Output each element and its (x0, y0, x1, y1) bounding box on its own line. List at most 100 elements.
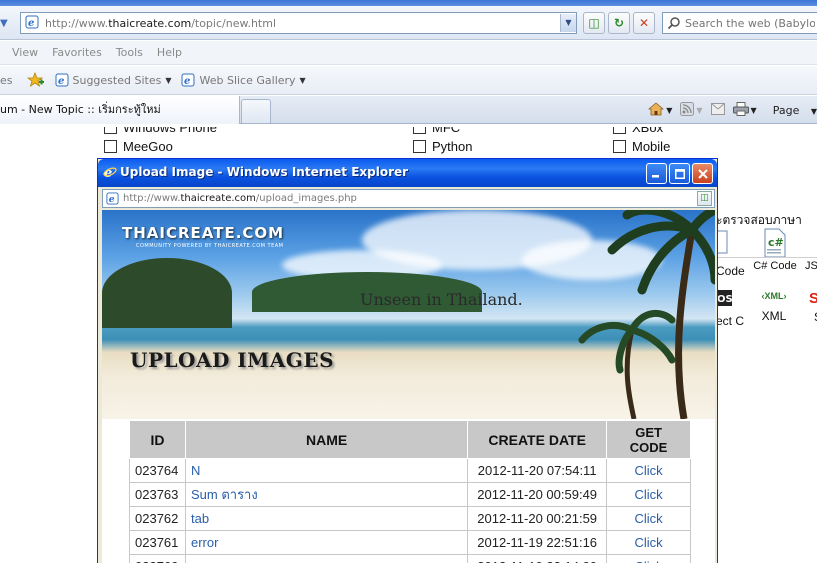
images-table-area: ID NAME CREATE DATE GET CODE 023764 N 201… (102, 419, 715, 563)
mail-icon[interactable] (710, 102, 725, 118)
row-id: 023762 (129, 506, 186, 531)
menu-bar: View Favorites Tools Help (0, 41, 817, 65)
banner-heading: UPLOAD IMAGES (130, 348, 335, 372)
chevron-down-icon[interactable]: ▼ (666, 106, 672, 115)
popup-title-bar[interactable]: e Upload Image - Windows Internet Explor… (98, 159, 717, 187)
search-icon (667, 17, 680, 30)
checkbox-python[interactable]: Python (413, 139, 472, 154)
ie-page-icon: e (55, 73, 68, 87)
svg-text:OS: OS (717, 294, 732, 305)
row-name-link[interactable]: N (184, 458, 469, 483)
table-row: 023761 error 2012-11-19 22:51:16 Click (129, 530, 691, 555)
web-slice-gallery-link[interactable]: e Web Slice Gallery ▼ (181, 73, 306, 87)
chevron-down-icon[interactable]: ▼ (0, 18, 12, 29)
popup-address-bar[interactable]: e http://www.thaicreate.com/upload_image… (102, 189, 715, 208)
table-row: 023760 2012-11-19 22:14:00 Click (129, 554, 691, 563)
row-click-link[interactable]: Click (606, 458, 691, 483)
compatibility-view-icon[interactable]: ◫ (583, 12, 605, 34)
upload-image-window: e Upload Image - Windows Internet Explor… (97, 158, 718, 563)
xml-icon: ‹XML› (761, 291, 787, 301)
objective-c-icon-tile[interactable]: OS ect C (716, 290, 744, 328)
svg-text:e: e (58, 76, 64, 87)
row-id: 023763 (129, 482, 186, 507)
ie-logo-icon: e (103, 165, 117, 183)
table-header-row: ID NAME CREATE DATE GET CODE (129, 420, 691, 459)
minimize-icon (652, 175, 659, 178)
menu-favorites[interactable]: Favorites (52, 46, 102, 59)
row-click-link[interactable]: Click (606, 530, 691, 555)
row-click-link[interactable]: Click (606, 506, 691, 531)
menu-tools[interactable]: Tools (116, 46, 143, 59)
site-logo: THAICREATE.COM (122, 224, 285, 242)
chevron-down-icon[interactable]: ▼ (696, 106, 702, 115)
row-name-link[interactable]: error (184, 530, 469, 555)
address-toolbar: ▼ e http://www.thaicreate.com/topic/new.… (0, 6, 817, 40)
print-icon[interactable] (732, 101, 749, 119)
command-bar: ▼ ▼ ▼ Page ▼ (640, 96, 817, 124)
upload-banner: THAICREATE.COM COMMUNITY POWERED BY THAI… (102, 210, 715, 419)
maximize-button[interactable] (669, 163, 690, 184)
address-bar[interactable]: e http://www.thaicreate.com/topic/new.ht… (20, 12, 577, 34)
row-click-link[interactable]: Click (606, 482, 691, 507)
csharp-file-icon: c# (764, 228, 786, 258)
maximize-icon (674, 168, 685, 179)
chevron-down-icon[interactable]: ▼ (751, 106, 757, 115)
favorites-star-icon[interactable] (26, 72, 45, 88)
table-row: 023764 N 2012-11-20 07:54:11 Click (129, 458, 691, 483)
tab-new-topic[interactable]: um - New Topic :: เริ่มกระทู้ใหม่ (0, 96, 240, 124)
page-menu[interactable]: Page ▼ (765, 104, 817, 117)
spell-check-link[interactable]: ะตรวจสอบภาษา (716, 211, 802, 230)
row-name-link[interactable] (184, 554, 469, 563)
s-icon-tile[interactable]: S S (806, 290, 817, 324)
row-date: 2012-11-19 22:14:00 (467, 554, 608, 563)
col-get-code-header: GET CODE (606, 420, 691, 459)
divider (716, 257, 817, 258)
js-icon-tile[interactable]: JS (805, 258, 817, 272)
table-row: 023762 tab 2012-11-20 00:21:59 Click (129, 506, 691, 531)
suggested-sites-link[interactable]: e Suggested Sites ▼ (55, 73, 171, 87)
s-logo-icon: S (809, 290, 817, 307)
uploaded-images-table: ID NAME CREATE DATE GET CODE 023764 N 201… (129, 420, 691, 563)
checkbox-mobile[interactable]: Mobile (613, 139, 670, 154)
close-button[interactable] (692, 163, 713, 184)
search-box[interactable] (662, 12, 817, 34)
row-date: 2012-11-20 07:54:11 (467, 458, 608, 483)
refresh-icon[interactable]: ↻ (608, 12, 630, 34)
address-dropdown-icon[interactable]: ▼ (560, 14, 576, 32)
table-row: 023763 Sum ตาราง 2012-11-20 00:59:49 Cli… (129, 482, 691, 507)
xml-icon-tile[interactable]: ‹XML› XML (757, 291, 791, 323)
row-date: 2012-11-20 00:21:59 (467, 506, 608, 531)
stop-icon[interactable]: ✕ (633, 12, 655, 34)
row-date: 2012-11-19 22:51:16 (467, 530, 608, 555)
objc-icon: OS (716, 290, 732, 306)
home-icon[interactable] (648, 101, 665, 119)
compatibility-icon[interactable]: ◫ (697, 191, 712, 206)
svg-text:e: e (109, 194, 115, 205)
new-tab-button[interactable] (241, 99, 271, 123)
palm-tree-icon (578, 210, 715, 419)
col-date-header: CREATE DATE (467, 420, 608, 459)
col-name-header: NAME (184, 420, 469, 459)
ie-page-icon: e (25, 15, 39, 32)
row-name-link[interactable]: tab (184, 506, 469, 531)
svg-text:e: e (184, 76, 190, 87)
menu-help[interactable]: Help (157, 46, 182, 59)
feeds-icon[interactable] (680, 101, 695, 119)
site-logo-subtitle: COMMUNITY POWERED BY THAICREATE.COM TEAM (136, 243, 284, 249)
search-input[interactable] (685, 16, 815, 30)
csharp-code-icon-tile[interactable]: c# C# Code (752, 228, 798, 272)
popup-url: http://www.thaicreate.com/upload_images.… (123, 193, 357, 204)
tab-bar: um - New Topic :: เริ่มกระทู้ใหม่ ▼ ▼ ▼ … (0, 96, 817, 124)
banner-tagline: Unseen in Thailand. (360, 290, 523, 309)
row-id: 023761 (129, 530, 186, 555)
favorites-bar: es e Suggested Sites ▼ e Web Slice Galler… (0, 66, 817, 95)
favorites-fragment[interactable]: es (0, 74, 13, 87)
ie-page-icon: e (106, 192, 119, 205)
menu-view[interactable]: View (12, 46, 38, 59)
col-id-header: ID (129, 420, 186, 459)
ie-page-icon: e (181, 73, 195, 87)
row-click-link[interactable]: Click (606, 554, 691, 563)
row-name-link[interactable]: Sum ตาราง (184, 482, 469, 507)
checkbox-meegoo[interactable]: MeeGoo (104, 139, 173, 154)
minimize-button[interactable] (646, 163, 667, 184)
